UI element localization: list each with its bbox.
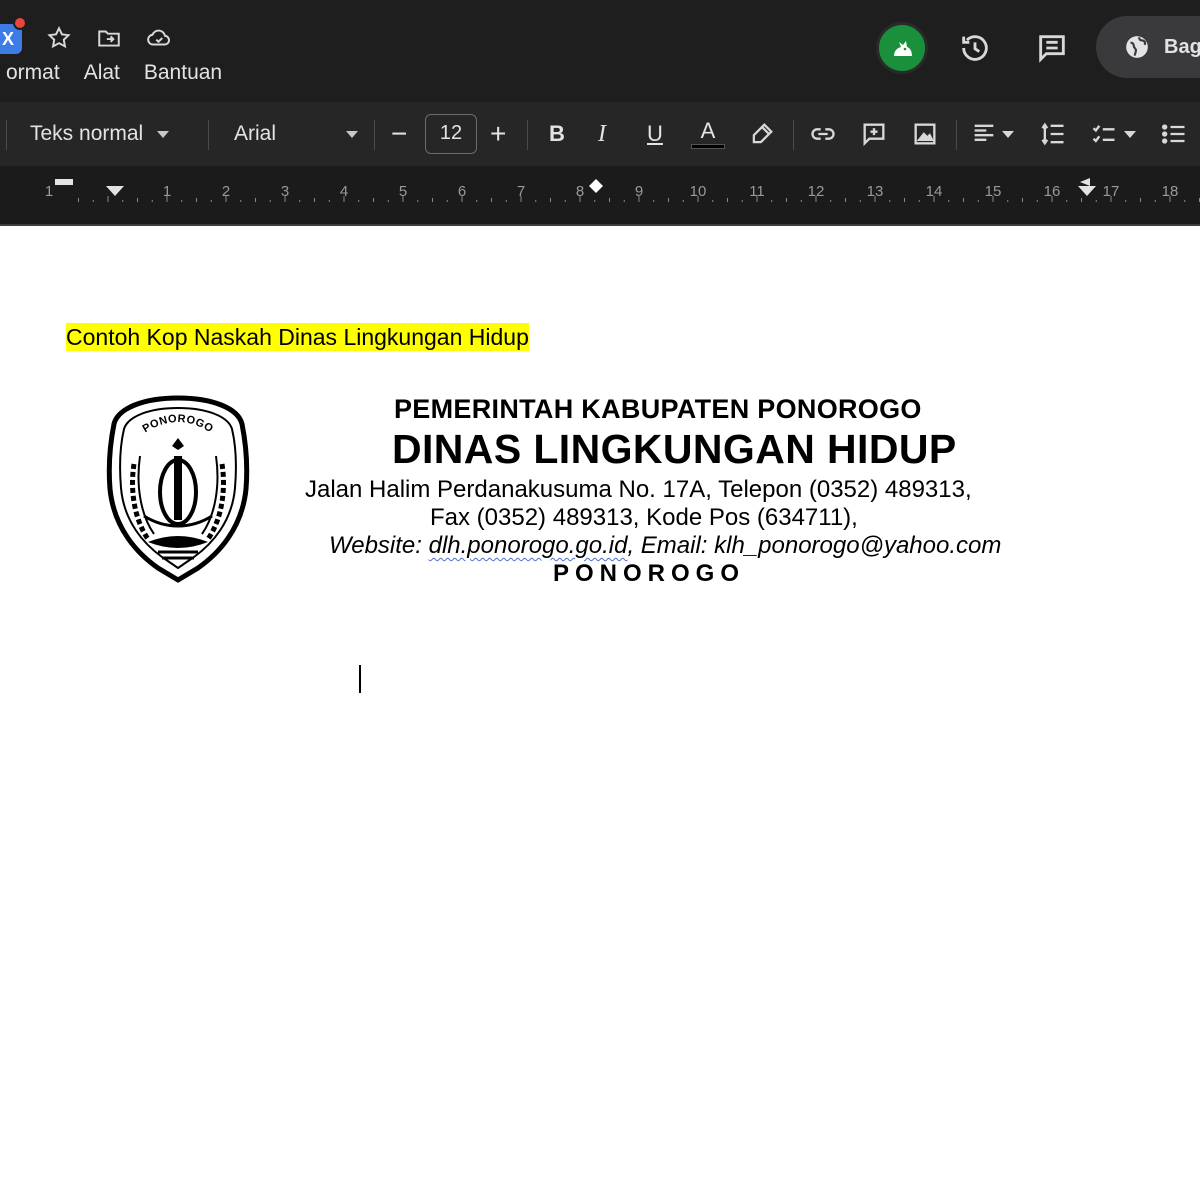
anonymous-animal-icon — [894, 41, 912, 56]
cloud-saved-icon[interactable] — [144, 24, 174, 52]
ruler-label: 9 — [635, 183, 643, 200]
paragraph-style-label: Teks normal — [30, 122, 144, 145]
ruler-label: 5 — [399, 183, 407, 200]
letterhead-government: PEMERINTAH KABUPATEN PONOROGO — [394, 394, 922, 424]
ruler-label: 2 — [222, 183, 230, 200]
line-spacing-button[interactable] — [1039, 110, 1067, 158]
bulleted-list-icon — [1161, 124, 1185, 144]
font-family-dropdown[interactable]: Arial — [234, 110, 359, 158]
insert-image-button[interactable] — [911, 110, 939, 158]
menu-tools[interactable]: Alat — [72, 59, 132, 87]
text-color-button[interactable]: A — [691, 110, 725, 158]
highlight-color-button[interactable] — [748, 110, 776, 158]
website-label: Website: — [329, 532, 429, 559]
menu-format[interactable]: ormat — [0, 59, 72, 87]
highlighted-caption: Contoh Kop Naskah Dinas Lingkungan Hidup — [66, 323, 529, 351]
ruler-label: 16 — [1044, 183, 1061, 200]
menu-bar: ormat Alat Bantuan — [0, 59, 234, 87]
add-comment-icon — [863, 123, 885, 147]
align-left-icon — [974, 124, 994, 141]
globe-icon — [1126, 36, 1148, 58]
ruler-label: 15 — [985, 183, 1002, 200]
ruler-label: 12 — [808, 183, 825, 200]
text-cursor — [359, 665, 361, 693]
account-avatar[interactable] — [876, 22, 928, 74]
email-text: , Email: klh_ponorogo@yahoo.com — [627, 532, 1002, 559]
italic-button[interactable]: I — [598, 110, 606, 158]
link-icon — [811, 128, 835, 140]
move-to-folder-icon[interactable] — [94, 24, 124, 52]
font-family-label: Arial — [234, 122, 277, 145]
toolbar-divider — [6, 120, 7, 150]
chevron-down-icon — [346, 130, 359, 138]
share-button-label: Bag — [1164, 35, 1200, 58]
comments-icon[interactable] — [1028, 24, 1076, 72]
letterhead-fax: Fax (0352) 489313, Kode Pos (634711), — [430, 504, 858, 531]
toolbar-divider — [793, 120, 794, 150]
toolbar-divider — [956, 120, 957, 150]
line-spacing-icon — [1041, 122, 1064, 146]
ruler-label: 7 — [517, 183, 525, 200]
ruler-label: 4 — [340, 183, 348, 200]
image-icon — [914, 123, 936, 145]
ruler-label: 13 — [867, 183, 884, 200]
notification-dot — [13, 16, 27, 30]
ruler-label: 6 — [458, 183, 466, 200]
ruler-label: 11 — [749, 183, 765, 200]
toolbar-divider — [527, 120, 528, 150]
menu-help[interactable]: Bantuan — [132, 59, 234, 87]
letterhead-office: DINAS LINGKUNGAN HIDUP — [392, 426, 957, 472]
underline-button[interactable]: U — [647, 110, 663, 158]
ruler-label: 1 — [45, 183, 53, 200]
decrease-font-size-button[interactable]: − — [391, 110, 407, 158]
ruler-label: 3 — [281, 183, 289, 200]
chevron-down-icon — [1124, 130, 1136, 138]
first-line-indent-marker[interactable] — [55, 179, 73, 185]
ruler-label: 8 — [576, 183, 584, 200]
insert-link-button[interactable] — [809, 110, 837, 158]
website-link[interactable]: dlh.ponorogo.go.id — [429, 532, 628, 559]
ponorogo-regency-seal: PONOROGO — [106, 395, 250, 583]
ruler-label: 14 — [926, 183, 943, 200]
text-color-letter: A — [700, 117, 716, 143]
letterhead-city: PONOROGO — [553, 560, 746, 587]
increase-font-size-button[interactable]: + — [490, 110, 506, 158]
add-comment-button[interactable] — [860, 110, 888, 158]
version-history-icon[interactable] — [951, 24, 999, 72]
chevron-down-icon — [157, 130, 170, 138]
font-size-input[interactable]: 12 — [425, 114, 477, 154]
letterhead-address: Jalan Halim Perdanakusuma No. 17A, Telep… — [305, 476, 972, 503]
checklist-icon — [1092, 125, 1115, 143]
bold-button[interactable]: B — [549, 110, 565, 158]
text-color-swatch — [691, 143, 725, 149]
highlighter-icon — [752, 123, 773, 144]
toolbar-divider — [374, 120, 375, 150]
align-dropdown[interactable] — [970, 110, 1014, 158]
horizontal-ruler[interactable]: 1 1 2 3 4 5 6 7 8 9 10 11 12 13 14 15 16 17 18 — [0, 166, 1200, 226]
chevron-down-icon — [1002, 130, 1014, 138]
star-icon[interactable] — [44, 24, 74, 52]
toolbar-divider — [208, 120, 209, 150]
ruler-label: 10 — [690, 183, 707, 200]
checklist-dropdown[interactable] — [1090, 110, 1136, 158]
bulleted-list-button[interactable] — [1160, 110, 1188, 158]
letterhead-contact: Website: dlh.ponorogo.go.id, Email: klh_… — [329, 532, 1001, 560]
paragraph-style-dropdown[interactable]: Teks normal — [30, 110, 170, 158]
document-page[interactable]: Contoh Kop Naskah Dinas Lingkungan Hidup… — [0, 228, 1200, 1200]
title-bar: X ormat Alat Bantuan Bag — [0, 0, 1200, 102]
share-button[interactable]: Bag — [1096, 16, 1200, 78]
ruler-label: 1 — [163, 183, 171, 200]
ruler-label: 17 — [1103, 183, 1120, 200]
ruler-scale: 1 1 2 3 4 5 6 7 8 9 10 11 12 13 14 15 16 17 18 — [0, 178, 1200, 204]
ruler-label: 18 — [1162, 183, 1179, 200]
formatting-toolbar: Teks normal Arial − 12 + B I U A — [0, 102, 1200, 166]
